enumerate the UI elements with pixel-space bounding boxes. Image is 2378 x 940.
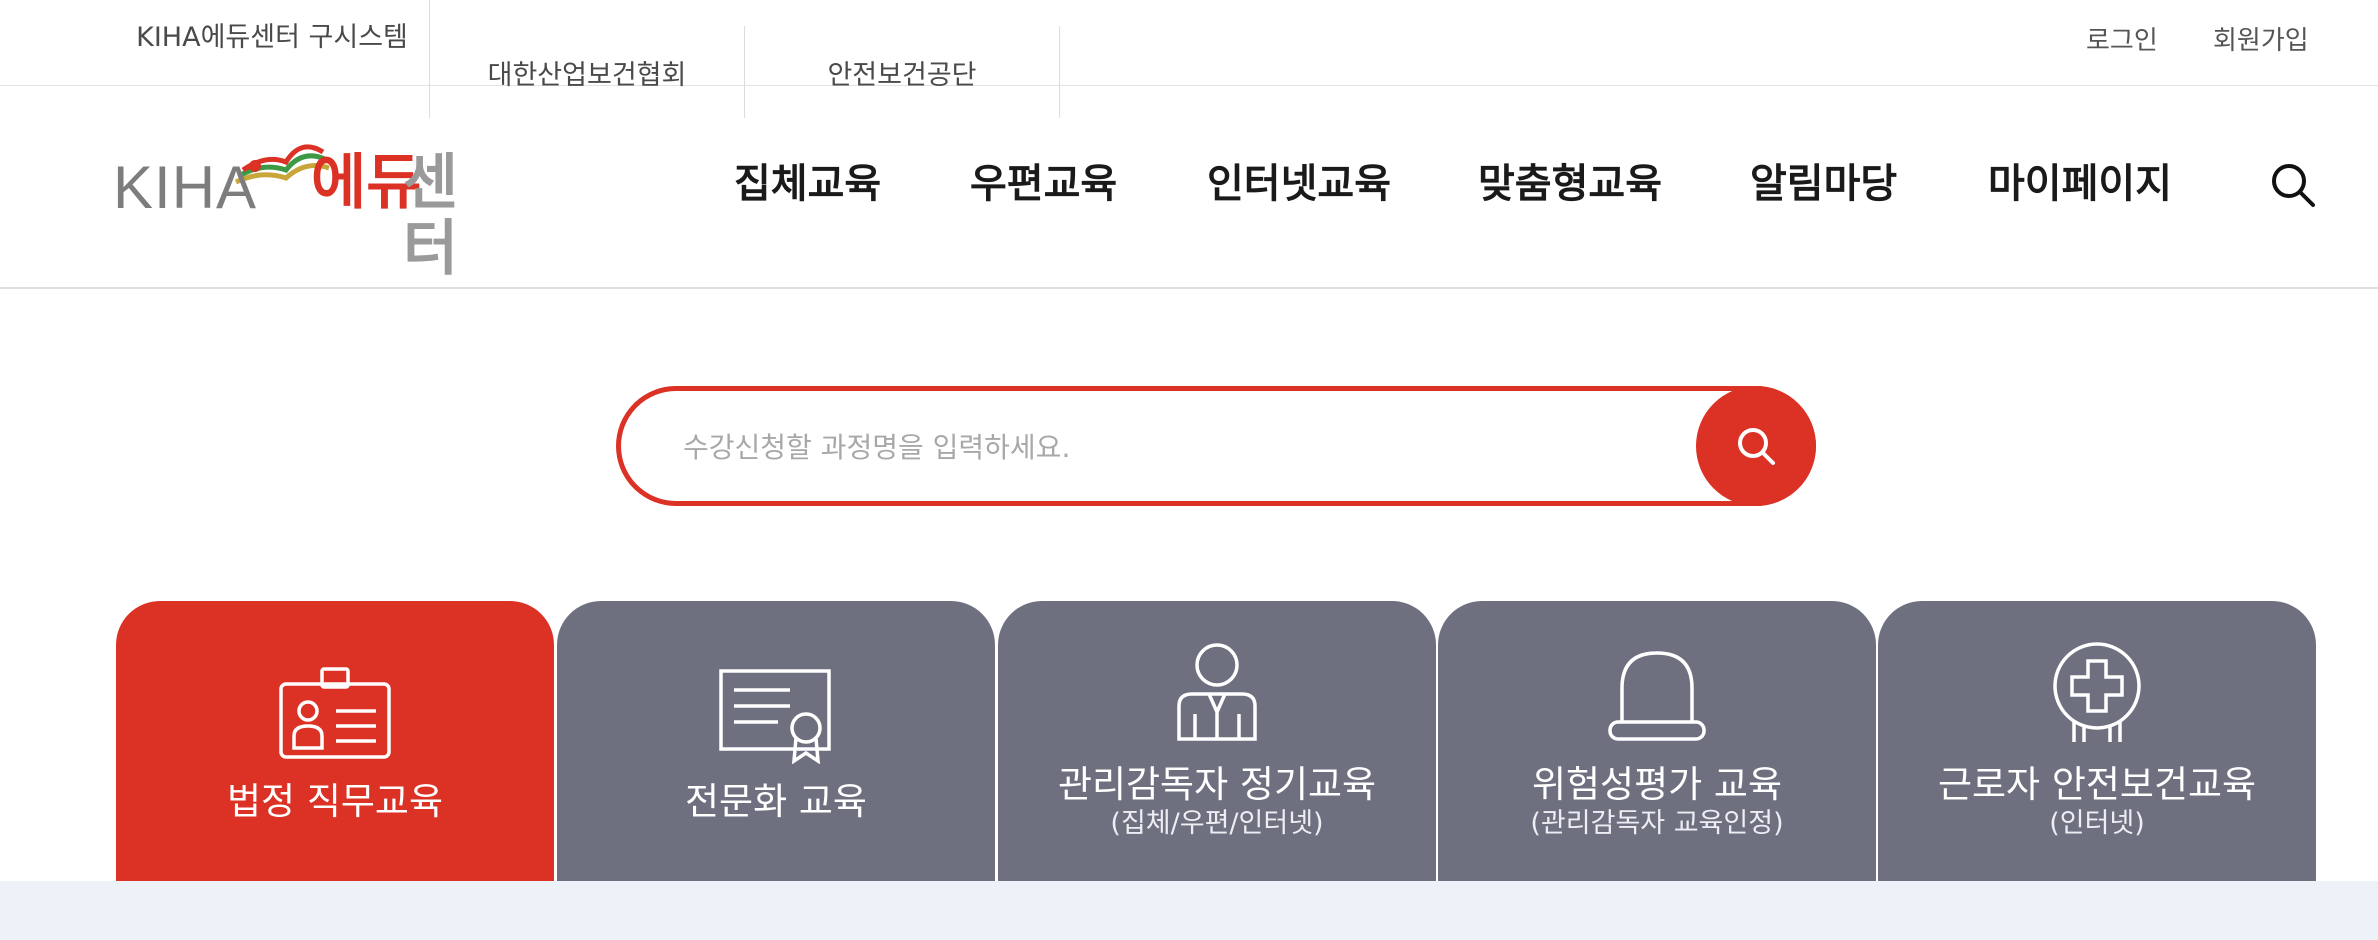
category-title: 위험성평가 교육 bbox=[1531, 763, 1783, 806]
category-cards: 법정 직무교육 전문화 교육 관리감독자 정기교육 (집체/우편/인터넷) 위험… bbox=[116, 601, 2316, 881]
logo-kiha-text: KIHA bbox=[113, 154, 258, 221]
site-logo[interactable]: KIHA 에듀 센터 bbox=[113, 130, 503, 282]
category-subtitle: (집체/우편/인터넷) bbox=[1110, 808, 1324, 839]
nav-group-education[interactable]: 집체교육 bbox=[734, 161, 881, 207]
login-link[interactable]: 로그인 bbox=[2086, 20, 2158, 57]
course-search-input[interactable] bbox=[681, 415, 1665, 479]
category-card-worker-safety[interactable]: 근로자 안전보건교육 (인터넷) bbox=[1878, 601, 2316, 881]
nav-notice-board[interactable]: 알림마당 bbox=[1750, 161, 1897, 207]
supervisor-icon bbox=[998, 642, 1436, 742]
content-background-band bbox=[0, 881, 2378, 940]
category-title: 근로자 안전보건교육 bbox=[1937, 763, 2257, 806]
medical-cross-icon bbox=[1878, 641, 2316, 745]
category-subtitle: (관리감독자 교육인정) bbox=[1530, 808, 1784, 839]
logo-center-text: 센터 bbox=[403, 148, 459, 284]
category-title: 관리감독자 정기교육 bbox=[1057, 763, 1377, 806]
course-search-bar bbox=[616, 386, 1816, 506]
category-title: 전문화 교육 bbox=[685, 780, 867, 823]
join-link[interactable]: 회원가입 bbox=[2213, 20, 2309, 57]
category-card-supervisor-regular[interactable]: 관리감독자 정기교육 (집체/우편/인터넷) bbox=[998, 601, 1436, 881]
nav-my-page[interactable]: 마이페이지 bbox=[1988, 161, 2172, 207]
category-card-risk-assessment[interactable]: 위험성평가 교육 (관리감독자 교육인정) bbox=[1438, 601, 1876, 881]
site-header: KIHA 에듀 센터 집체교육 우편교육 인터넷교육 맞춤형교육 알림마당 마이… bbox=[0, 86, 2378, 289]
category-card-specialized[interactable]: 전문화 교육 bbox=[557, 601, 995, 881]
course-search-button[interactable] bbox=[1696, 386, 1816, 506]
search-icon[interactable] bbox=[2270, 162, 2316, 212]
utility-bar: KIHA에듀센터 구시스템 대한산업보건협회 안전보건공단 로그인 회원가입 bbox=[0, 0, 2378, 118]
category-subtitle: (인터넷) bbox=[2049, 808, 2145, 839]
certificate-icon bbox=[557, 668, 995, 764]
id-badge-icon bbox=[116, 666, 554, 760]
category-card-legal-duty[interactable]: 법정 직무교육 bbox=[116, 601, 554, 881]
warning-light-icon bbox=[1438, 650, 1876, 742]
category-title: 법정 직무교육 bbox=[226, 780, 443, 823]
nav-postal-education[interactable]: 우편교육 bbox=[970, 161, 1117, 207]
search-icon bbox=[1738, 428, 1775, 465]
nav-custom-education[interactable]: 맞춤형교육 bbox=[1478, 161, 1662, 207]
nav-internet-education[interactable]: 인터넷교육 bbox=[1207, 161, 1391, 207]
